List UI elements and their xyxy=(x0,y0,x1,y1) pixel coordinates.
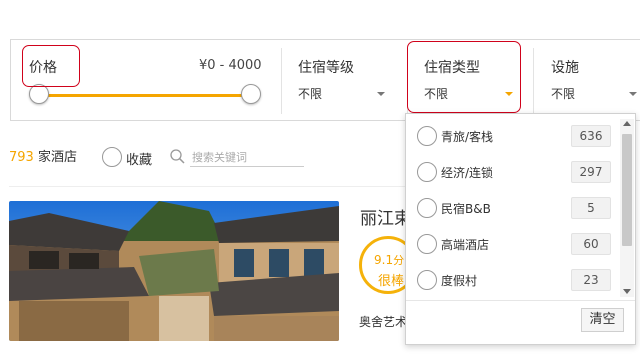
price-slider-min-handle[interactable] xyxy=(29,84,49,104)
lodging-type-dropdown: 青旅/客栈 636 经济/连锁 297 民宿B&B 5 高端酒店 60 度假村 … xyxy=(405,113,636,345)
option-count: 297 xyxy=(571,161,611,183)
hotel-count: 793 家酒店 xyxy=(9,146,77,165)
option-label[interactable]: 高端酒店 xyxy=(441,236,489,253)
option-count: 5 xyxy=(571,197,611,219)
hotel-score: 9.1分 xyxy=(374,253,405,267)
search-input[interactable] xyxy=(190,149,304,167)
option-radio[interactable] xyxy=(417,126,437,146)
filter-bar: 价格 ¥0 - 4000 住宿等级 不限 住宿类型 不限 设施 不限 xyxy=(10,39,640,121)
star-level-filter-value[interactable]: 不限 xyxy=(298,85,322,102)
dropdown-scrollbar[interactable] xyxy=(620,119,634,297)
price-slider-max-handle[interactable] xyxy=(241,84,261,104)
dropdown-option[interactable]: 民宿B&B 5 xyxy=(406,190,621,226)
option-count: 636 xyxy=(571,125,611,147)
hotel-count-number: 793 xyxy=(9,150,34,165)
dropdown-footer-divider xyxy=(406,300,635,301)
facilities-chevron-down-icon[interactable] xyxy=(629,92,637,96)
scroll-up-arrow-icon[interactable] xyxy=(623,121,631,126)
option-radio[interactable] xyxy=(417,198,437,218)
dropdown-option[interactable]: 青旅/客栈 636 xyxy=(406,118,621,154)
option-radio[interactable] xyxy=(417,270,437,290)
filter-divider xyxy=(281,48,282,114)
clear-button[interactable]: 清空 xyxy=(581,308,624,332)
filter-divider xyxy=(533,48,534,114)
score-unit: 分 xyxy=(393,254,405,267)
dropdown-option[interactable]: 度假村 23 xyxy=(406,262,621,298)
hotel-search-page: 价格 ¥0 - 4000 住宿等级 不限 住宿类型 不限 设施 不限 793 家… xyxy=(0,0,640,358)
search-icon xyxy=(170,149,185,164)
scroll-down-arrow-icon[interactable] xyxy=(623,289,631,294)
dropdown-option[interactable]: 高端酒店 60 xyxy=(406,226,621,262)
star-level-filter-title[interactable]: 住宿等级 xyxy=(298,57,354,77)
hotel-name[interactable]: 丽江束 xyxy=(360,204,411,229)
option-radio[interactable] xyxy=(417,162,437,182)
price-highlight-box xyxy=(22,45,80,87)
favorites-label[interactable]: 收藏 xyxy=(126,149,152,168)
hotel-count-suffix: 家酒店 xyxy=(37,150,77,165)
hotel-photo[interactable] xyxy=(9,201,339,341)
option-radio[interactable] xyxy=(417,234,437,254)
score-rating-word: 很棒 xyxy=(378,274,405,289)
lodging-type-highlight-box xyxy=(407,41,521,113)
option-label[interactable]: 度假村 xyxy=(441,272,477,289)
option-count: 60 xyxy=(571,233,611,255)
scrollbar-thumb[interactable] xyxy=(622,134,632,246)
price-range-value: ¥0 - 4000 xyxy=(199,58,262,73)
option-label[interactable]: 青旅/客栈 xyxy=(441,128,493,145)
star-level-chevron-down-icon[interactable] xyxy=(377,92,385,96)
option-count: 23 xyxy=(571,269,611,291)
dropdown-option[interactable]: 经济/连锁 297 xyxy=(406,154,621,190)
option-label[interactable]: 民宿B&B xyxy=(441,200,491,217)
facilities-filter-title[interactable]: 设施 xyxy=(551,57,579,77)
separator-line xyxy=(9,186,409,187)
hotel-subtitle: 奥舍艺术 xyxy=(359,315,408,329)
favorites-radio[interactable] xyxy=(102,147,122,167)
option-label[interactable]: 经济/连锁 xyxy=(441,164,493,181)
facilities-filter-value[interactable]: 不限 xyxy=(551,85,575,102)
price-slider-track[interactable] xyxy=(38,94,252,97)
